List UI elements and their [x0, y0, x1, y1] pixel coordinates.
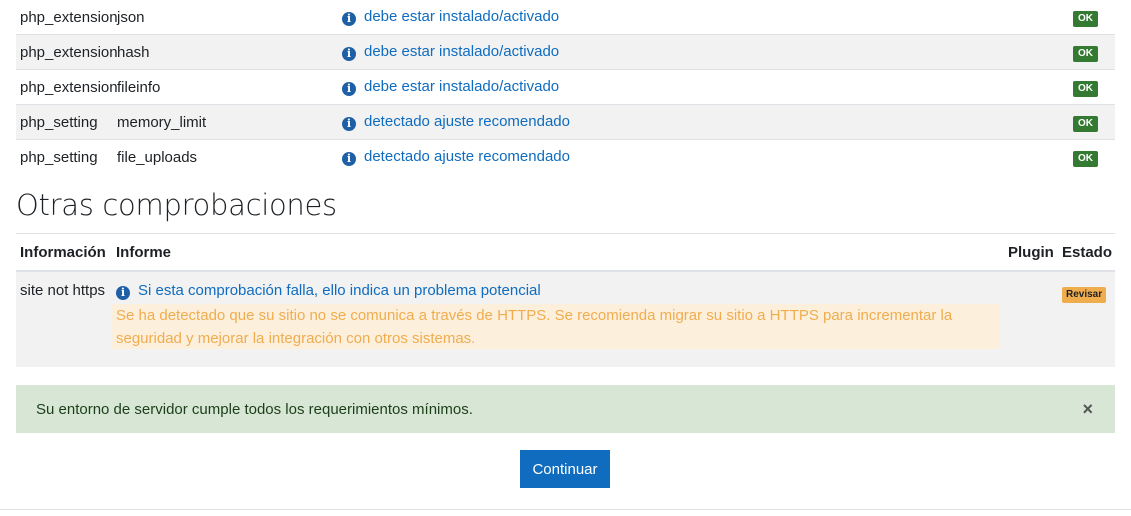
status-badge: OK	[1073, 10, 1098, 27]
header-status: Estado	[1062, 243, 1113, 261]
status-badge: OK	[1073, 80, 1098, 97]
check-status: OK	[1069, 34, 1115, 70]
success-alert: Su entorno de servidor cumple todos los …	[16, 385, 1115, 433]
table-row: php_extension json i debe estar instalado…	[16, 0, 1115, 35]
check-status: OK	[1069, 104, 1115, 140]
check-report[interactable]: i debe estar instalado/activado	[338, 0, 1069, 35]
report-link[interactable]: debe estar instalado/activado	[364, 8, 559, 25]
info-circle-icon: i	[342, 47, 356, 61]
table-row: php_setting memory_limit i detectado ajus…	[16, 104, 1115, 140]
status-badge: OK	[1073, 150, 1098, 167]
report-link[interactable]: debe estar instalado/activado	[364, 43, 559, 60]
check-status: OK	[1069, 0, 1115, 35]
environment-checks: php_extension json i debe estar instalado…	[16, 0, 1115, 488]
info-circle-icon: i	[342, 12, 356, 26]
section-title: Otras comprobaciones	[16, 188, 337, 222]
info-circle-icon: i	[342, 117, 356, 131]
table-header: Información Informe Plugin Estado	[16, 233, 1115, 272]
check-name: json	[113, 0, 338, 35]
check-report[interactable]: i debe estar instalado/activado	[338, 69, 1069, 105]
check-type: php_extension	[16, 34, 118, 70]
check-name: fileinfo	[113, 69, 338, 105]
status-badge: Revisar	[1062, 287, 1107, 303]
check-report[interactable]: i detectado ajuste recomendado	[338, 104, 1069, 140]
info-circle-icon: i	[116, 286, 130, 300]
check-type: php_setting	[16, 104, 113, 140]
check-type: php_extension	[16, 69, 118, 105]
check-info: site not https	[20, 282, 106, 299]
info-circle-icon: i	[342, 152, 356, 166]
status-badge: OK	[1073, 115, 1098, 132]
table-row: php_extension fileinfo i debe estar insta…	[16, 69, 1115, 105]
check-report[interactable]: i detectado ajuste recomendado	[338, 139, 1069, 174]
continue-button[interactable]: Continuar	[520, 450, 610, 488]
table-row: site not https i Si esta comprobación fal…	[16, 272, 1115, 367]
divider	[0, 509, 1131, 510]
check-name: file_uploads	[113, 139, 338, 174]
header-plugin: Plugin	[1008, 243, 1054, 261]
checks-table: php_extension json i debe estar instalado…	[16, 0, 1115, 174]
other-checks-table: Información Informe Plugin Estado site n…	[16, 233, 1115, 367]
check-status: OK	[1069, 139, 1115, 174]
check-report[interactable]: i Si esta comprobación falla, ello indica…	[116, 282, 541, 300]
check-name: memory_limit	[113, 104, 338, 140]
header-report: Informe	[116, 243, 172, 261]
warning-message: Se ha detectado que su sitio no se comun…	[112, 304, 999, 349]
report-link[interactable]: Si esta comprobación falla, ello indica …	[138, 282, 541, 299]
check-status: Revisar	[1062, 284, 1107, 303]
check-report[interactable]: i debe estar instalado/activado	[338, 34, 1069, 70]
table-row: php_extension hash i debe estar instalado…	[16, 34, 1115, 70]
status-badge: OK	[1073, 45, 1098, 62]
check-name: hash	[113, 34, 338, 70]
check-type: php_extension	[16, 0, 118, 35]
close-icon[interactable]: ×	[1082, 399, 1093, 420]
info-circle-icon: i	[342, 82, 356, 96]
alert-message: Su entorno de servidor cumple todos los …	[36, 400, 473, 418]
check-type: php_setting	[16, 139, 113, 174]
table-row: php_setting file_uploads i detectado ajus…	[16, 139, 1115, 174]
report-link[interactable]: detectado ajuste recomendado	[364, 148, 570, 165]
header-info: Información	[20, 243, 106, 261]
check-status: OK	[1069, 69, 1115, 105]
report-link[interactable]: detectado ajuste recomendado	[364, 113, 570, 130]
report-link[interactable]: debe estar instalado/activado	[364, 78, 559, 95]
